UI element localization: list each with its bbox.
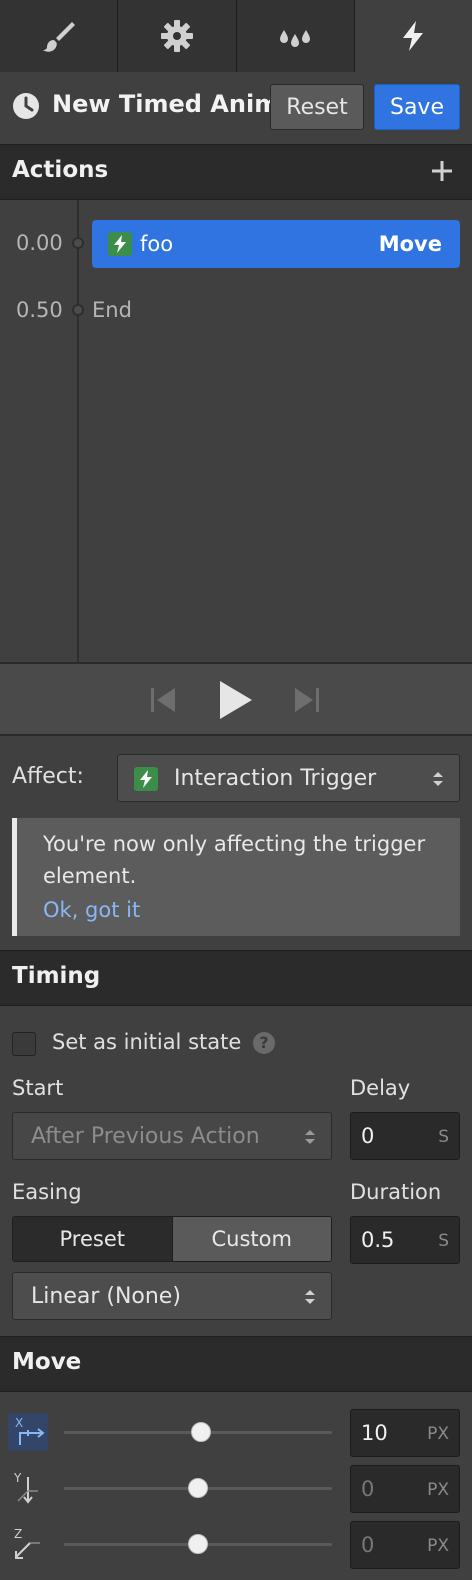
timeline-dot bbox=[72, 237, 84, 249]
animation-title[interactable]: New Timed Anim... bbox=[52, 90, 272, 118]
add-action-icon[interactable] bbox=[428, 157, 456, 185]
x-move-unit: PX bbox=[427, 1424, 449, 1444]
y-move-input[interactable]: 0 PX bbox=[350, 1465, 460, 1513]
lightning-icon bbox=[403, 21, 424, 51]
start-label: Start bbox=[12, 1076, 64, 1100]
start-value: After Previous Action bbox=[31, 1124, 260, 1149]
skip-to-end-icon[interactable] bbox=[292, 678, 322, 722]
affect-notice: You're now only affecting the trigger el… bbox=[12, 818, 460, 936]
lightning-icon bbox=[134, 767, 158, 791]
timing-header: Timing bbox=[0, 950, 472, 1006]
clock-icon bbox=[13, 93, 39, 119]
select-arrows-icon bbox=[305, 1290, 315, 1304]
z-move-value: 0 bbox=[361, 1533, 375, 1557]
gear-icon bbox=[160, 20, 193, 52]
delay-label: Delay bbox=[350, 1076, 411, 1100]
x-move-input[interactable]: 10 PX bbox=[350, 1409, 460, 1457]
reset-button[interactable]: Reset bbox=[270, 84, 364, 130]
z-axis-icon[interactable]: Z bbox=[8, 1525, 48, 1563]
end-label: End bbox=[92, 298, 132, 322]
dismiss-notice-link[interactable]: Ok, got it bbox=[43, 898, 140, 922]
timing-heading: Timing bbox=[12, 963, 101, 989]
duration-value: 0.5 bbox=[361, 1228, 395, 1252]
drops-icon bbox=[280, 30, 311, 47]
delay-unit: S bbox=[438, 1127, 449, 1147]
brush-icon bbox=[42, 22, 75, 52]
tab-style-manager[interactable] bbox=[236, 0, 355, 72]
easing-custom-button[interactable]: Custom bbox=[171, 1217, 331, 1261]
affect-label: Affect: bbox=[12, 764, 84, 789]
actions-header: Actions bbox=[0, 144, 472, 200]
y-axis-icon[interactable]: Y bbox=[8, 1469, 48, 1507]
save-button[interactable]: Save bbox=[374, 84, 460, 130]
easing-toggle: Preset Custom bbox=[12, 1216, 332, 1262]
easing-value: Linear (None) bbox=[31, 1284, 181, 1309]
playback-controls bbox=[0, 662, 472, 736]
help-icon[interactable]: ? bbox=[253, 1032, 275, 1054]
tab-settings[interactable] bbox=[118, 0, 237, 72]
animation-header: New Timed Anim... Reset Save bbox=[0, 72, 472, 144]
z-axis-letter: Z bbox=[14, 1527, 22, 1541]
delay-value: 0 bbox=[361, 1124, 375, 1148]
x-axis-letter: X bbox=[15, 1416, 23, 1430]
initial-state-label: Set as initial state bbox=[52, 1030, 242, 1054]
start-select[interactable]: After Previous Action bbox=[12, 1112, 332, 1160]
tab-interactions[interactable] bbox=[354, 0, 472, 72]
x-move-value: 10 bbox=[361, 1421, 388, 1445]
timeline-dot bbox=[72, 304, 84, 316]
action-time: 0.00 bbox=[16, 231, 63, 255]
actions-timeline: 0.00 foo Move 0.50 End bbox=[0, 200, 472, 662]
y-move-value: 0 bbox=[361, 1477, 375, 1501]
lightning-icon bbox=[108, 232, 132, 256]
affect-select[interactable]: Interaction Trigger bbox=[117, 754, 460, 802]
duration-input[interactable]: 0.5 S bbox=[350, 1216, 460, 1264]
move-header: Move bbox=[0, 1336, 472, 1392]
z-slider-thumb[interactable] bbox=[188, 1534, 208, 1554]
tab-style[interactable] bbox=[0, 0, 119, 72]
y-move-unit: PX bbox=[427, 1480, 449, 1500]
z-move-input[interactable]: 0 PX bbox=[350, 1521, 460, 1569]
initial-state-checkbox[interactable] bbox=[12, 1032, 36, 1056]
action-type: Move bbox=[378, 232, 442, 256]
x-slider-thumb[interactable] bbox=[190, 1422, 211, 1442]
duration-label: Duration bbox=[350, 1180, 442, 1204]
x-axis-icon[interactable]: X bbox=[8, 1413, 48, 1451]
actions-heading: Actions bbox=[12, 157, 109, 183]
skip-to-start-icon[interactable] bbox=[148, 678, 178, 722]
timeline-line bbox=[77, 200, 79, 662]
easing-label: Easing bbox=[12, 1180, 82, 1204]
play-icon[interactable] bbox=[216, 678, 256, 722]
z-move-unit: PX bbox=[427, 1536, 449, 1556]
easing-preset-button[interactable]: Preset bbox=[13, 1217, 172, 1261]
panel-tabs bbox=[0, 0, 472, 72]
affect-value: Interaction Trigger bbox=[174, 766, 377, 791]
delay-input[interactable]: 0 S bbox=[350, 1112, 460, 1160]
move-heading: Move bbox=[12, 1349, 82, 1375]
easing-select[interactable]: Linear (None) bbox=[12, 1272, 332, 1320]
action-name: foo bbox=[140, 232, 174, 256]
select-arrows-icon bbox=[305, 1130, 315, 1144]
duration-unit: S bbox=[438, 1231, 449, 1251]
select-arrows-icon bbox=[433, 772, 443, 786]
action-item-foo[interactable]: foo Move bbox=[92, 220, 460, 268]
end-time: 0.50 bbox=[16, 298, 63, 322]
y-slider-thumb[interactable] bbox=[188, 1478, 208, 1498]
y-axis-letter: Y bbox=[13, 1471, 22, 1485]
notice-text: You're now only affecting the trigger el… bbox=[43, 832, 426, 888]
